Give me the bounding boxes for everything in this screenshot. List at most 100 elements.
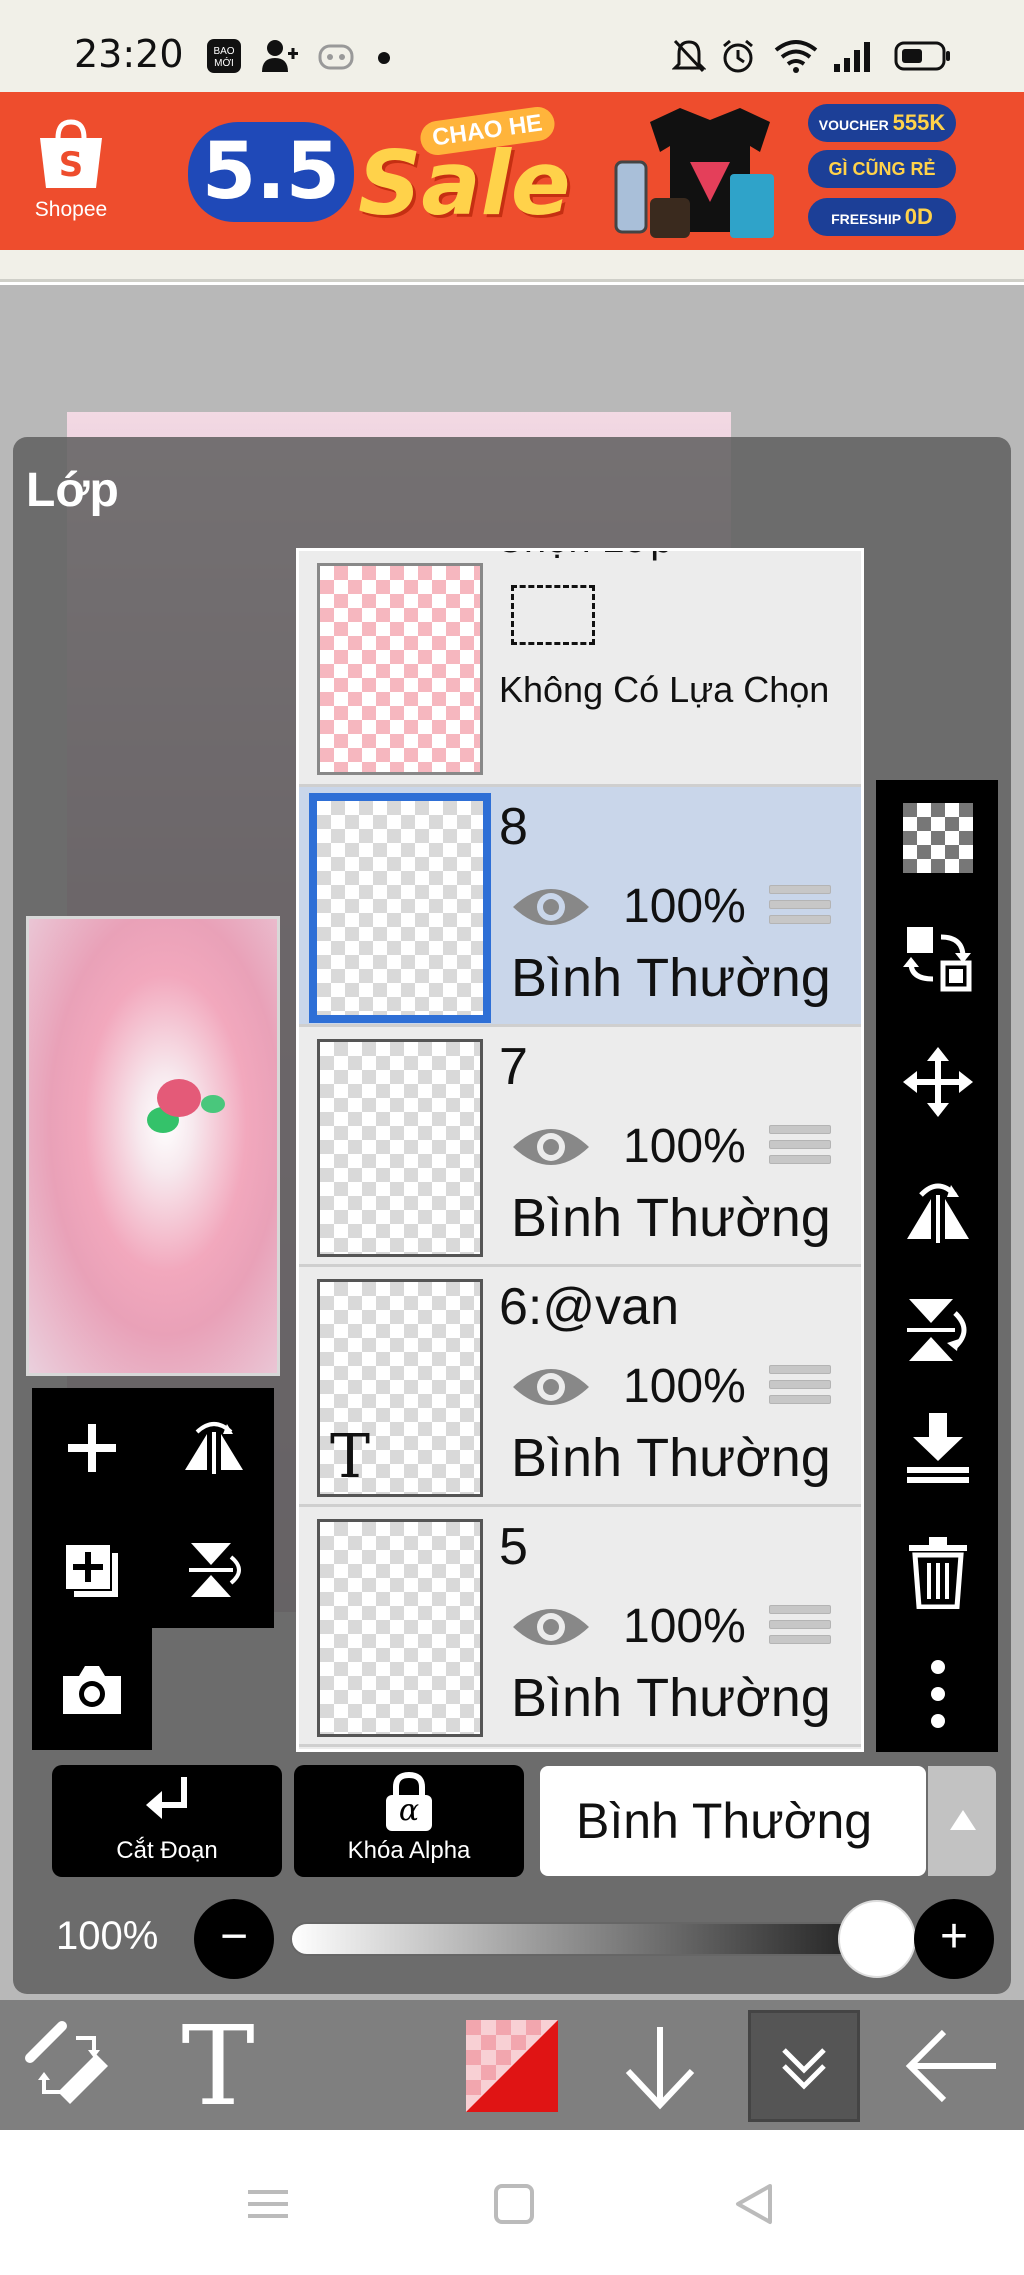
flip-horizontal-icon [185, 1422, 243, 1474]
clip-button[interactable]: Cắt Đoạn [52, 1765, 282, 1877]
layer-thumbnail [317, 1039, 483, 1257]
svg-text:S: S [59, 145, 84, 185]
drag-handle-icon[interactable] [769, 885, 831, 930]
brush-eraser-icon [25, 2021, 108, 2104]
mute-icon [672, 39, 706, 73]
drag-handle-icon[interactable] [769, 1125, 831, 1170]
swap-icon [903, 927, 972, 992]
flip-h-icon [907, 1183, 969, 1243]
trash-icon [909, 1537, 967, 1609]
delete-layer-button[interactable] [896, 1530, 980, 1614]
layer-preview-thumbnail [26, 916, 280, 1376]
no-selection-text: Không Có Lựa Chọn [499, 669, 830, 710]
alpha-lock-label: Khóa Alpha [347, 1837, 471, 1864]
screen: 23:20 BAO MỚI S Shopee 5.5 Sale CHAO HE V… [0, 0, 1024, 2275]
collapse-panel-button[interactable] [748, 2010, 860, 2122]
opacity-slider[interactable] [290, 1922, 910, 1956]
camera-icon [63, 1666, 121, 1714]
caret-up-icon [950, 1810, 976, 1830]
visibility-eye-icon[interactable] [509, 879, 593, 935]
layer-down-button[interactable] [604, 2010, 716, 2122]
alpha-lock-button[interactable]: α Khóa Alpha [294, 1765, 524, 1877]
layer-row-4[interactable]: 4 [299, 1747, 861, 1749]
add-layer-icon [68, 1424, 116, 1472]
alpha-symbol: α [398, 1793, 420, 1828]
home-icon[interactable] [490, 2180, 538, 2228]
game-icon [318, 44, 354, 70]
opacity-label: 100% [56, 1914, 159, 1958]
flip-v-icon [907, 1299, 967, 1361]
layer-blend-mode: Bình Thường [511, 948, 831, 1008]
opacity-increase-button[interactable]: + [914, 1899, 994, 1979]
blend-mode-value: Bình Thường [576, 1793, 873, 1849]
svg-text:MỚI: MỚI [214, 56, 234, 69]
color-swatch-button[interactable] [456, 2010, 568, 2122]
clip-arrow-icon [146, 1777, 187, 1819]
recent-apps-icon[interactable] [244, 2180, 292, 2228]
products-illustration [614, 108, 774, 238]
shopee-bag-icon: S [40, 119, 102, 188]
add-layer-button[interactable] [52, 1408, 132, 1488]
sale-number: 5.5 [188, 122, 354, 222]
layer-thumbnail [309, 793, 491, 1023]
clip-label: Cắt Đoạn [116, 1837, 218, 1864]
flip-v-button[interactable] [896, 1288, 980, 1372]
shopee-label: Shopee [34, 198, 108, 221]
visibility-eye-icon[interactable] [509, 1599, 593, 1655]
transparency-button[interactable] [896, 796, 980, 880]
back-arrow-icon [905, 2029, 996, 2103]
merge-down-button[interactable] [896, 1406, 980, 1490]
visibility-eye-icon[interactable] [509, 1119, 593, 1175]
layer-row-6[interactable]: T 6:@van 100% Bình Thường [299, 1267, 861, 1507]
flip-vertical-button[interactable] [174, 1530, 254, 1610]
more-icon [931, 1660, 945, 1728]
more-options-button[interactable] [896, 1652, 980, 1736]
back-button[interactable] [894, 2010, 1006, 2122]
battery-icon [894, 41, 950, 71]
layer-blend-mode: Bình Thường [511, 1188, 831, 1248]
flip-horizontal-button[interactable] [174, 1408, 254, 1488]
move-icon [903, 1047, 973, 1117]
visibility-eye-icon[interactable] [509, 1359, 593, 1415]
layer-row-7[interactable]: 7 100% Bình Thường [299, 1027, 861, 1267]
voucher-badge-3: FREESHIP 0D [808, 198, 956, 236]
camera-button[interactable] [52, 1650, 132, 1730]
swap-button[interactable] [896, 918, 980, 1002]
layer-row-5[interactable]: 5 100% Bình Thường [299, 1507, 861, 1747]
layer-name: 6:@van [499, 1278, 679, 1336]
text-layer-glyph: T [330, 1422, 371, 1492]
blend-mode-dropdown-button[interactable] [928, 1766, 996, 1876]
text-tool-button[interactable]: T [162, 2010, 274, 2122]
layer-row-8[interactable]: 8 100% Bình Thường [299, 787, 861, 1027]
text-tool-icon: T [181, 2002, 255, 2130]
drag-handle-icon[interactable] [769, 1365, 831, 1410]
ad-bottom-strip [0, 250, 1024, 282]
flip-vertical-icon [189, 1543, 241, 1597]
layer-opacity: 100% [623, 1360, 746, 1413]
back-nav-icon[interactable] [730, 2180, 778, 2228]
flip-h-button[interactable] [896, 1168, 980, 1252]
svg-text:BAO: BAO [213, 46, 234, 57]
panel-title: Lớp [26, 464, 119, 517]
layer-opacity: 100% [623, 880, 746, 933]
opacity-decrease-button[interactable]: − [194, 1899, 274, 1979]
flower-decoration [157, 1079, 201, 1117]
layer-list[interactable]: Chọn Lớp Không Có Lựa Chọn 8 100% Bình T… [296, 548, 864, 1752]
brush-eraser-button[interactable] [14, 2010, 126, 2122]
blend-mode-select[interactable]: Bình Thường [540, 1766, 926, 1876]
selection-layer-thumbnail [317, 563, 483, 775]
bao-moi-icon: BAOMỚI [207, 39, 241, 73]
opacity-slider-knob[interactable] [838, 1900, 916, 1978]
layer-name: 8 [499, 798, 528, 856]
layer-thumbnail [317, 1519, 483, 1737]
layer-opacity: 100% [623, 1600, 746, 1653]
collapse-icon [782, 2048, 826, 2090]
move-button[interactable] [896, 1040, 980, 1124]
selection-layer-row[interactable]: Chọn Lớp Không Có Lựa Chọn [299, 551, 861, 787]
layer-thumbnail: T [317, 1279, 483, 1497]
down-arrow-icon [625, 2027, 695, 2110]
drag-handle-icon[interactable] [769, 1605, 831, 1650]
layer-name: 5 [499, 1518, 528, 1576]
layer-blend-mode: Bình Thường [511, 1668, 831, 1728]
duplicate-layer-button[interactable] [52, 1530, 132, 1610]
